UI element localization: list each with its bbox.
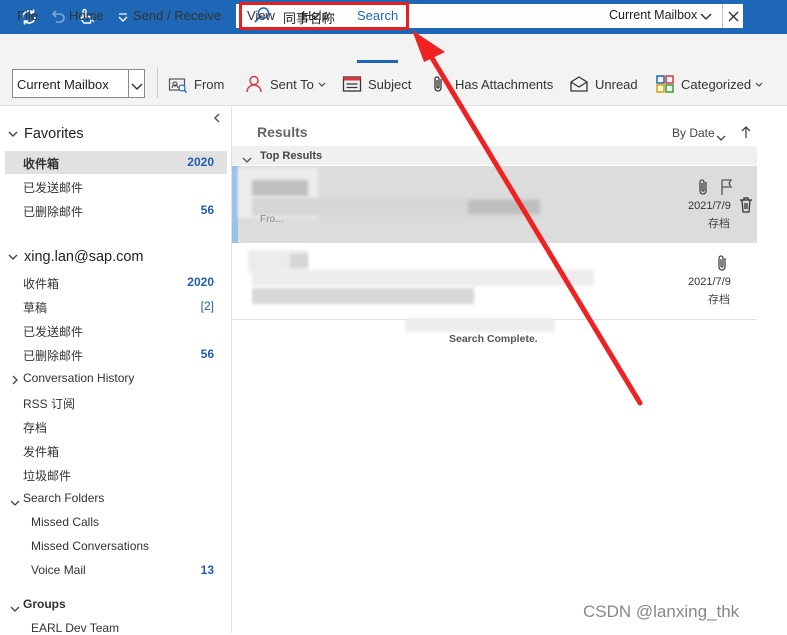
search-scope-dropdown[interactable]: Current Mailbox (609, 8, 697, 22)
subject-icon (342, 74, 362, 94)
redacted-sender (252, 180, 308, 196)
contact-card-icon (168, 74, 188, 94)
account-header[interactable]: xing.lan@sap.com (8, 249, 144, 265)
favorite-item-deleted[interactable]: 已删除邮件 (23, 203, 83, 220)
favorite-item-sent[interactable]: 已发送邮件 (23, 179, 83, 196)
undo-icon[interactable] (47, 0, 69, 34)
redacted-preview (252, 288, 474, 304)
favorite-item-inbox[interactable]: 收件箱 (23, 155, 59, 172)
redacted-subject-part (468, 200, 540, 214)
groups-header[interactable]: Groups (23, 597, 66, 611)
unread-label: Unread (595, 76, 638, 92)
folder-item-rss[interactable]: RSS 订阅 (23, 395, 75, 412)
chevron-down-icon (8, 126, 18, 142)
sort-dropdown[interactable]: By Date (672, 126, 715, 140)
top-results-label: Top Results (260, 150, 323, 162)
tab-home[interactable]: Home (69, 8, 104, 23)
account-label: xing.lan@sap.com (24, 249, 144, 265)
draft-count: [2] (200, 299, 214, 313)
chevron-down-icon[interactable] (10, 494, 20, 512)
folder-item-inbox[interactable]: 收件箱 (23, 275, 59, 292)
paperclip-icon (429, 74, 449, 94)
sent-to-label: Sent To (270, 76, 314, 92)
subject-button[interactable]: Subject (342, 68, 411, 100)
chevron-down-icon[interactable] (700, 9, 712, 27)
results-title: Results (257, 124, 308, 140)
folder-item-archive[interactable]: 存档 (23, 419, 47, 436)
redacted-strip (405, 318, 555, 332)
folder-item-conversation-history[interactable]: Conversation History (23, 371, 134, 385)
unread-count: 2020 (187, 155, 214, 169)
chevron-down-icon[interactable] (10, 600, 20, 618)
collapse-pane-icon[interactable] (212, 110, 222, 128)
message-preview: Fro... (260, 214, 284, 225)
sort-direction-icon[interactable] (740, 125, 752, 144)
folder-item-deleted[interactable]: 已删除邮件 (23, 347, 83, 364)
close-search-button[interactable] (722, 4, 743, 28)
person-icon (244, 74, 264, 94)
redacted-sender-part (290, 254, 308, 268)
folder-item-search-folders[interactable]: Search Folders (23, 491, 104, 505)
folder-item-junk[interactable]: 垃圾邮件 (23, 467, 71, 484)
chevron-right-icon[interactable] (11, 372, 19, 390)
folder-item-missed-conversations[interactable]: Missed Conversations (31, 539, 149, 553)
folder-item-sent[interactable]: 已发送邮件 (23, 323, 83, 340)
message-date: 2021/7/9 (688, 200, 731, 212)
unread-count: 56 (200, 347, 214, 361)
message-date: 2021/7/9 (688, 276, 731, 288)
message-folder: 存档 (708, 294, 730, 306)
favorites-header[interactable]: Favorites (8, 126, 84, 142)
chevron-down-icon (755, 75, 763, 93)
unread-button[interactable]: Unread (569, 68, 638, 100)
scope-select-divider (128, 70, 129, 97)
chevron-down-icon (8, 249, 18, 265)
active-tab-indicator (357, 60, 398, 63)
scope-select-label: Current Mailbox (17, 77, 109, 92)
close-icon (728, 11, 738, 21)
tab-file[interactable]: File (17, 8, 38, 23)
unread-count: 56 (200, 203, 214, 217)
sent-to-button[interactable]: Sent To (244, 68, 326, 100)
folder-item-outbox[interactable]: 发件箱 (23, 443, 59, 460)
message-folder: 存档 (708, 218, 730, 230)
folder-item-missed-calls[interactable]: Missed Calls (31, 515, 99, 529)
delete-icon[interactable] (738, 196, 754, 219)
subject-label: Subject (368, 76, 412, 92)
unread-count: 13 (200, 563, 214, 577)
redacted-subject (252, 270, 594, 286)
from-button[interactable]: From (168, 68, 224, 100)
chevron-down-icon[interactable] (131, 79, 143, 97)
categorized-label: Categorized (681, 76, 752, 92)
ribbon-divider (157, 68, 158, 98)
paperclip-icon (697, 178, 711, 201)
has-attachments-label: Has Attachments (455, 76, 554, 92)
tab-send-receive[interactable]: Send / Receive (133, 8, 221, 23)
tab-help[interactable]: Help (302, 8, 329, 23)
tab-view[interactable]: View (247, 8, 275, 23)
categories-icon (655, 74, 675, 94)
watermark: CSDN @lanxing_thk (583, 602, 740, 621)
categorized-button[interactable]: Categorized (655, 68, 763, 100)
folder-item-drafts[interactable]: 草稿 (23, 299, 47, 316)
favorites-label: Favorites (24, 126, 84, 142)
chevron-down-icon (318, 75, 326, 93)
paperclip-icon (716, 254, 730, 277)
flag-icon[interactable] (719, 178, 735, 201)
tab-search[interactable]: Search (357, 8, 398, 23)
has-attachments-button[interactable]: Has Attachments (429, 68, 553, 100)
folder-item-voice-mail[interactable]: Voice Mail (31, 563, 86, 577)
customize-toolbar-icon[interactable] (113, 0, 133, 34)
from-label: From (194, 76, 225, 92)
search-status: Search Complete. (449, 333, 538, 345)
envelope-icon (569, 74, 589, 94)
unread-count: 2020 (187, 275, 214, 289)
chevron-down-icon[interactable] (716, 129, 726, 147)
